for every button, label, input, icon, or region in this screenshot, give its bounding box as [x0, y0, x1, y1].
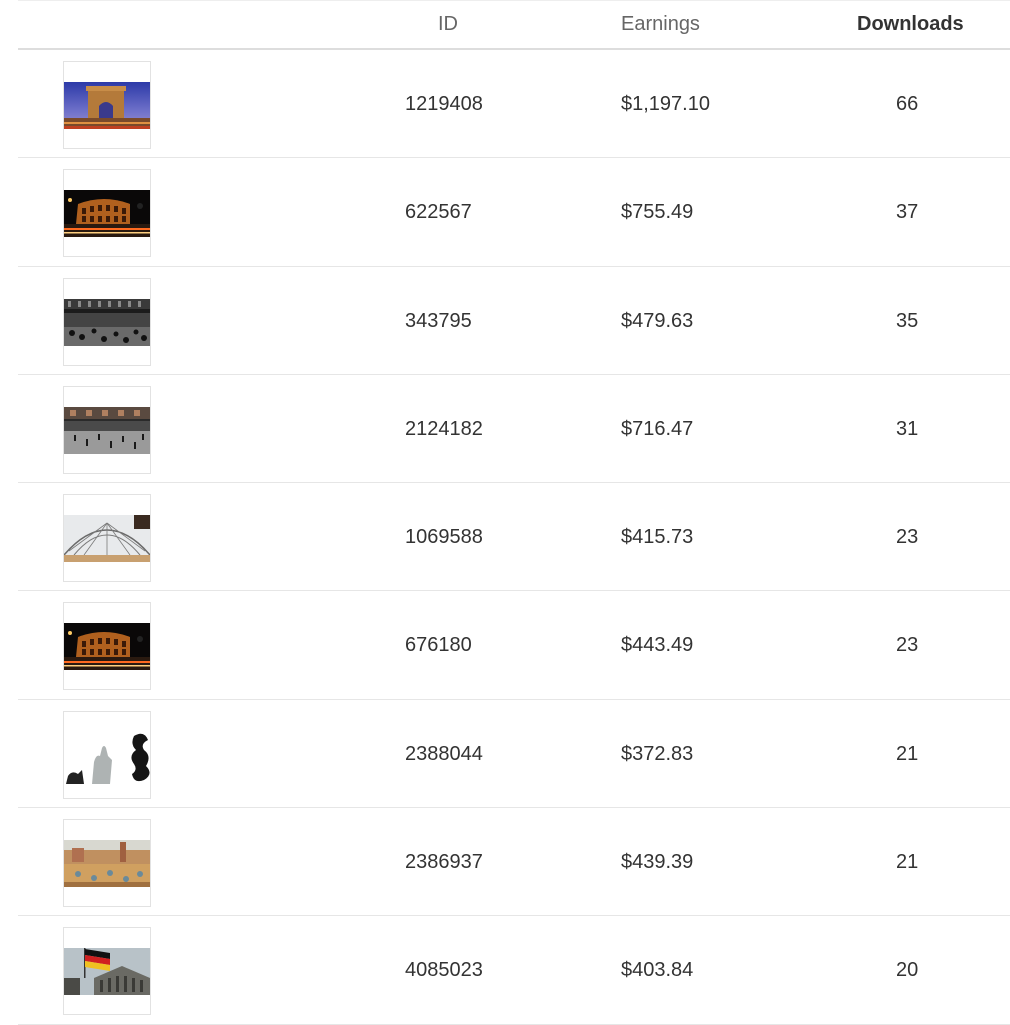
row-downloads: 21 [896, 851, 919, 874]
row-earnings: $479.63 [621, 309, 694, 332]
row-id: 1069588 [405, 526, 483, 549]
row-downloads: 20 [896, 959, 919, 982]
arc-de-triomphe-icon [64, 82, 150, 129]
table-row: 676180 $443.49 23 [18, 591, 1010, 700]
station-crowd-icon [64, 298, 150, 346]
row-earnings: $716.47 [621, 417, 694, 440]
column-header-downloads[interactable]: Downloads [857, 13, 964, 36]
station-hall-icon [64, 406, 150, 454]
row-earnings: $755.49 [621, 201, 694, 224]
colosseum-night-icon [64, 623, 150, 671]
row-id: 676180 [405, 634, 472, 657]
image-thumbnail[interactable] [63, 61, 151, 149]
row-id: 622567 [405, 201, 472, 224]
table-row: 2124182 $716.47 31 [18, 375, 1010, 484]
image-thumbnail[interactable] [63, 169, 151, 258]
row-downloads: 31 [896, 417, 919, 440]
row-downloads: 37 [896, 201, 919, 224]
image-thumbnail[interactable] [63, 277, 151, 366]
image-thumbnail[interactable] [63, 385, 151, 474]
row-id: 343795 [405, 309, 472, 332]
downloads-table: ID Earnings Downloads 1219408 $1,197.10 … [18, 0, 1010, 1025]
row-id: 2386937 [405, 851, 483, 874]
park-guell-icon [64, 840, 150, 888]
table-row: 1069588 $415.73 23 [18, 483, 1010, 592]
row-downloads: 35 [896, 309, 919, 332]
row-downloads: 23 [896, 634, 919, 657]
image-thumbnail[interactable] [63, 710, 151, 799]
column-header-earnings[interactable]: Earnings [621, 13, 700, 36]
table-row: 343795 $479.63 35 [18, 267, 1010, 375]
row-earnings: $403.84 [621, 959, 694, 982]
table-row: 2386937 $439.39 21 [18, 808, 1010, 917]
table-row: 4085023 $403.84 20 [18, 916, 1010, 1025]
row-downloads: 23 [896, 526, 919, 549]
glass-dome-icon [64, 515, 150, 563]
colosseum-night-icon [64, 190, 150, 238]
row-id: 2124182 [405, 417, 483, 440]
image-thumbnail[interactable] [63, 927, 151, 1016]
row-id: 4085023 [405, 959, 483, 982]
row-id: 2388044 [405, 742, 483, 765]
row-id: 1219408 [405, 93, 483, 115]
statues-silhouette-icon [64, 725, 150, 784]
image-thumbnail[interactable] [63, 494, 151, 583]
row-earnings: $443.49 [621, 634, 694, 657]
table-row: 622567 $755.49 37 [18, 158, 1010, 267]
table-header: ID Earnings Downloads [18, 3, 1010, 50]
table-row: 2388044 $372.83 21 [18, 700, 1010, 809]
row-downloads: 21 [896, 742, 919, 765]
image-thumbnail[interactable] [63, 602, 151, 691]
row-earnings: $439.39 [621, 851, 694, 874]
image-thumbnail[interactable] [63, 819, 151, 908]
reichstag-flag-icon [64, 948, 150, 996]
column-header-id[interactable]: ID [438, 13, 458, 36]
row-earnings: $1,197.10 [621, 93, 710, 115]
row-earnings: $415.73 [621, 526, 694, 549]
row-earnings: $372.83 [621, 742, 694, 765]
row-downloads: 66 [896, 93, 919, 115]
table-row: 1219408 $1,197.10 66 [18, 50, 1010, 159]
